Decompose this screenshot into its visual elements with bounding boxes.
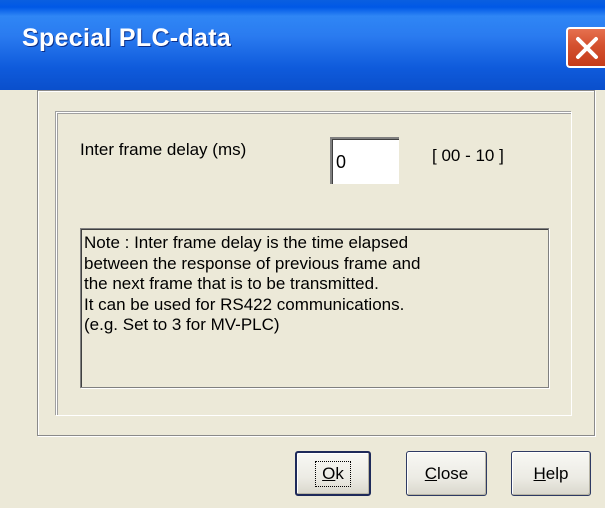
inter-frame-delay-label: Inter frame delay (ms) — [80, 140, 247, 159]
help-button[interactable]: Help — [511, 451, 591, 496]
inter-frame-delay-input[interactable] — [330, 137, 399, 184]
close-button[interactable]: Close — [406, 451, 487, 496]
note-line: Note : Inter frame delay is the time ela… — [84, 233, 409, 252]
close-accelerator: C — [424, 463, 438, 483]
ok-button[interactable]: Ok — [295, 451, 371, 496]
title-bar[interactable]: Special PLC-data — [0, 0, 605, 90]
note-line: between the response of previous frame a… — [84, 253, 421, 273]
note-line: It can be used for RS422 communications. — [84, 294, 405, 314]
note-box: Note : Inter frame delay is the time ela… — [80, 228, 549, 388]
focus-ring: Ok — [315, 460, 351, 487]
special-plc-data-dialog: Special PLC-data Inter frame delay (ms) … — [0, 0, 605, 508]
help-label: elp — [545, 463, 569, 483]
help-accelerator: H — [533, 463, 546, 483]
note-line: the next frame that is to be transmitted… — [84, 274, 379, 293]
window-title: Special PLC-data — [22, 24, 232, 52]
title-close-button[interactable] — [566, 27, 605, 68]
ok-label: k — [335, 463, 344, 483]
close-icon — [576, 37, 598, 59]
close-label: lose — [437, 463, 469, 483]
note-line: (e.g. Set to 3 for MV-PLC) — [84, 315, 280, 334]
ok-accelerator: O — [322, 463, 336, 483]
delay-range-label: [ 00 - 10 ] — [432, 146, 504, 165]
